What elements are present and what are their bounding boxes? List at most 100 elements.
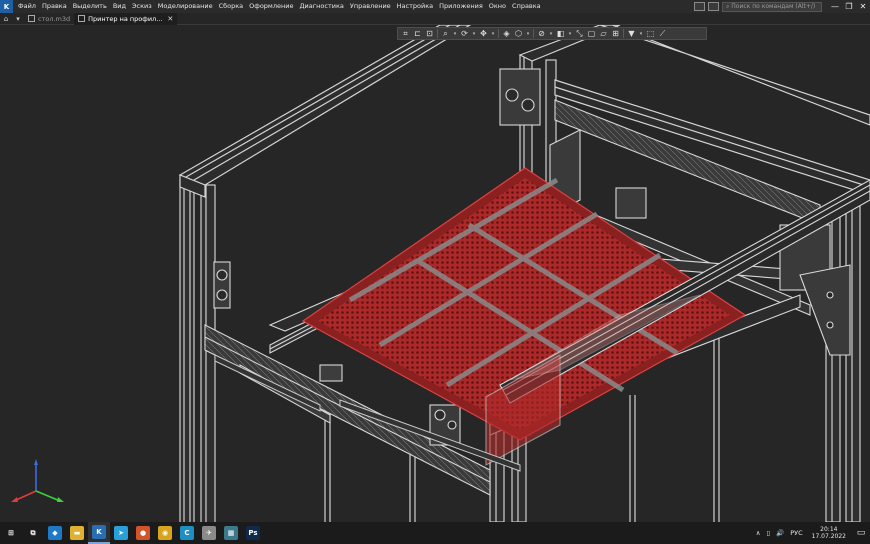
model-file-icon [28,15,35,22]
zoom-icon[interactable]: ⌕ [440,28,451,39]
firefox-icon: ● [136,526,150,540]
tab-printer-assembly[interactable]: Принтер на профил... ✕ [74,12,178,25]
dragon-icon: ✈ [202,526,216,540]
visibility-dropdown-icon[interactable]: ▾ [567,31,573,37]
assembly-file-icon [78,15,86,22]
tab-label: стол.m3d [38,14,71,23]
menu-window[interactable]: Окно [486,0,509,13]
display-style-icon[interactable]: ⬡ [513,28,524,39]
expand-icon[interactable]: ⤡ [574,28,585,39]
menu-control[interactable]: Управление [347,0,394,13]
explorer-icon: ▬ [70,526,84,540]
taskbar-app-vscode[interactable]: ◆ [44,522,66,544]
close-tab-icon[interactable]: ✕ [167,15,173,23]
view-toolbar: ⌗ ⊏ ⊡ ⌕ ▾ ⟳ ▾ ✥ ▾ ◈ ⬡ ▾ ⊘ ▾ ◧ ▾ ⤡ ▢ ▱ ⊞ … [397,27,707,40]
measure-icon[interactable]: ⟋ [657,28,668,39]
toolbar-separator [437,29,438,38]
section-icon[interactable]: ⊏ [412,28,423,39]
filter-dropdown-icon[interactable]: ▾ [638,31,644,37]
orient-icon[interactable]: ⌗ [400,28,411,39]
taskbar-app-chrome[interactable]: ◉ [154,522,176,544]
menu-settings[interactable]: Настройка [394,0,436,13]
3d-viewport[interactable]: ⌗ ⊏ ⊡ ⌕ ▾ ⟳ ▾ ✥ ▾ ◈ ⬡ ▾ ⊘ ▾ ◧ ▾ ⤡ ▢ ▱ ⊞ … [0,25,870,522]
kompas-icon: K [92,525,106,539]
visibility-icon[interactable]: ◧ [555,28,566,39]
cura-icon: C [180,526,194,540]
plane-icon[interactable]: ▱ [598,28,609,39]
search-placeholder: Поиск по командам (Alt+/) [731,2,816,10]
tray-overflow-icon[interactable]: ∧ [753,529,764,537]
start-icon: ⊞ [4,526,18,540]
photoshop-icon: Ps [246,526,260,540]
sheet-icon[interactable]: ▢ [586,28,597,39]
zoom-dropdown-icon[interactable]: ▾ [452,31,458,37]
close-button[interactable]: ✕ [856,0,870,13]
menu-modeling[interactable]: Моделирование [155,0,216,13]
taskbar-app-telegram[interactable]: ➤ [110,522,132,544]
battery-icon[interactable]: ▯ [764,529,774,537]
menu-diagnostics[interactable]: Диагностика [296,0,346,13]
calculator-icon: ▦ [224,526,238,540]
menu-design[interactable]: Оформление [246,0,296,13]
tab-list-dropdown-icon[interactable]: ▾ [12,13,24,25]
clock[interactable]: 20:14 17.07.2022 [806,526,852,540]
task-view-icon: ⧉ [26,526,40,540]
menu-items: Файл Правка Выделить Вид Эскиз Моделиров… [15,0,544,13]
rotate-dropdown-icon[interactable]: ▾ [471,31,477,37]
document-tabs: ⌂ ▾ стол.m3d Принтер на профил... ✕ [0,12,870,25]
toolbar-separator [498,29,499,38]
grid-icon[interactable]: ⊞ [610,28,621,39]
taskbar-app-kompas[interactable]: K [88,522,110,544]
menu-help[interactable]: Справка [509,0,544,13]
windows-taskbar: ⊞ ⧉ ◆ ▬ K ➤ ● ◉ C ✈ ▦ Ps ∧ ▯ 🔊 РУС 20:14 17.07.2022… [0,522,870,544]
pan-icon[interactable]: ✥ [478,28,489,39]
pan-dropdown-icon[interactable]: ▾ [490,31,496,37]
language-indicator[interactable]: РУС [787,529,805,537]
kompas-icon[interactable]: K [0,0,13,13]
vscode-icon: ◆ [48,526,62,540]
camera-icon[interactable] [708,2,719,11]
restore-button[interactable]: ❐ [842,0,856,13]
select-icon[interactable]: ⬚ [645,28,656,39]
telegram-icon: ➤ [114,526,128,540]
rotate-icon[interactable]: ⟳ [459,28,470,39]
clock-date: 17.07.2022 [811,533,846,540]
menu-file[interactable]: Файл [15,0,39,13]
panel-toggle-icon[interactable] [694,2,705,11]
menu-view[interactable]: Вид [110,0,129,13]
menu-edit[interactable]: Правка [39,0,70,13]
menubar-right: ⌕ Поиск по командам (Alt+/) — ❐ ✕ [694,0,870,13]
taskbar-app-start[interactable]: ⊞ [0,522,22,544]
menu-select[interactable]: Выделить [70,0,110,13]
minimize-button[interactable]: — [828,0,842,13]
taskbar-app-dragon[interactable]: ✈ [198,522,220,544]
taskbar-app-cura[interactable]: C [176,522,198,544]
taskbar-app-explorer[interactable]: ▬ [66,522,88,544]
taskbar-app-photoshop[interactable]: Ps [242,522,264,544]
filter-icon[interactable]: ▼ [626,28,637,39]
tab-table-model[interactable]: стол.m3d [24,13,74,25]
hide-icon[interactable]: ⊘ [536,28,547,39]
zoom-fit-icon[interactable]: ⊡ [424,28,435,39]
taskbar-app-calculator[interactable]: ▦ [220,522,242,544]
home-icon[interactable]: ⌂ [0,13,12,25]
printer-model-render [178,25,870,522]
hide-dropdown-icon[interactable]: ▾ [548,31,554,37]
system-tray: ∧ ▯ 🔊 РУС 20:14 17.07.2022 ▭ [753,522,870,544]
toolbar-separator [623,29,624,38]
y-axis [35,490,61,502]
menu-sketch[interactable]: Эскиз [129,0,155,13]
view-cube-icon[interactable]: ◈ [501,28,512,39]
display-dropdown-icon[interactable]: ▾ [525,31,531,37]
menu-apps[interactable]: Приложения [436,0,486,13]
tab-label: Принтер на профил... [88,14,163,23]
taskbar-app-firefox[interactable]: ● [132,522,154,544]
menu-assembly[interactable]: Сборка [216,0,247,13]
menu-bar: K Файл Правка Выделить Вид Эскиз Моделир… [0,0,870,13]
chrome-icon: ◉ [158,526,172,540]
notifications-icon[interactable]: ▭ [852,528,870,538]
command-search-input[interactable]: ⌕ Поиск по командам (Alt+/) [722,1,822,12]
taskbar-app-task-view[interactable]: ⧉ [22,522,44,544]
toolbar-separator [533,29,534,38]
volume-icon[interactable]: 🔊 [773,529,787,537]
